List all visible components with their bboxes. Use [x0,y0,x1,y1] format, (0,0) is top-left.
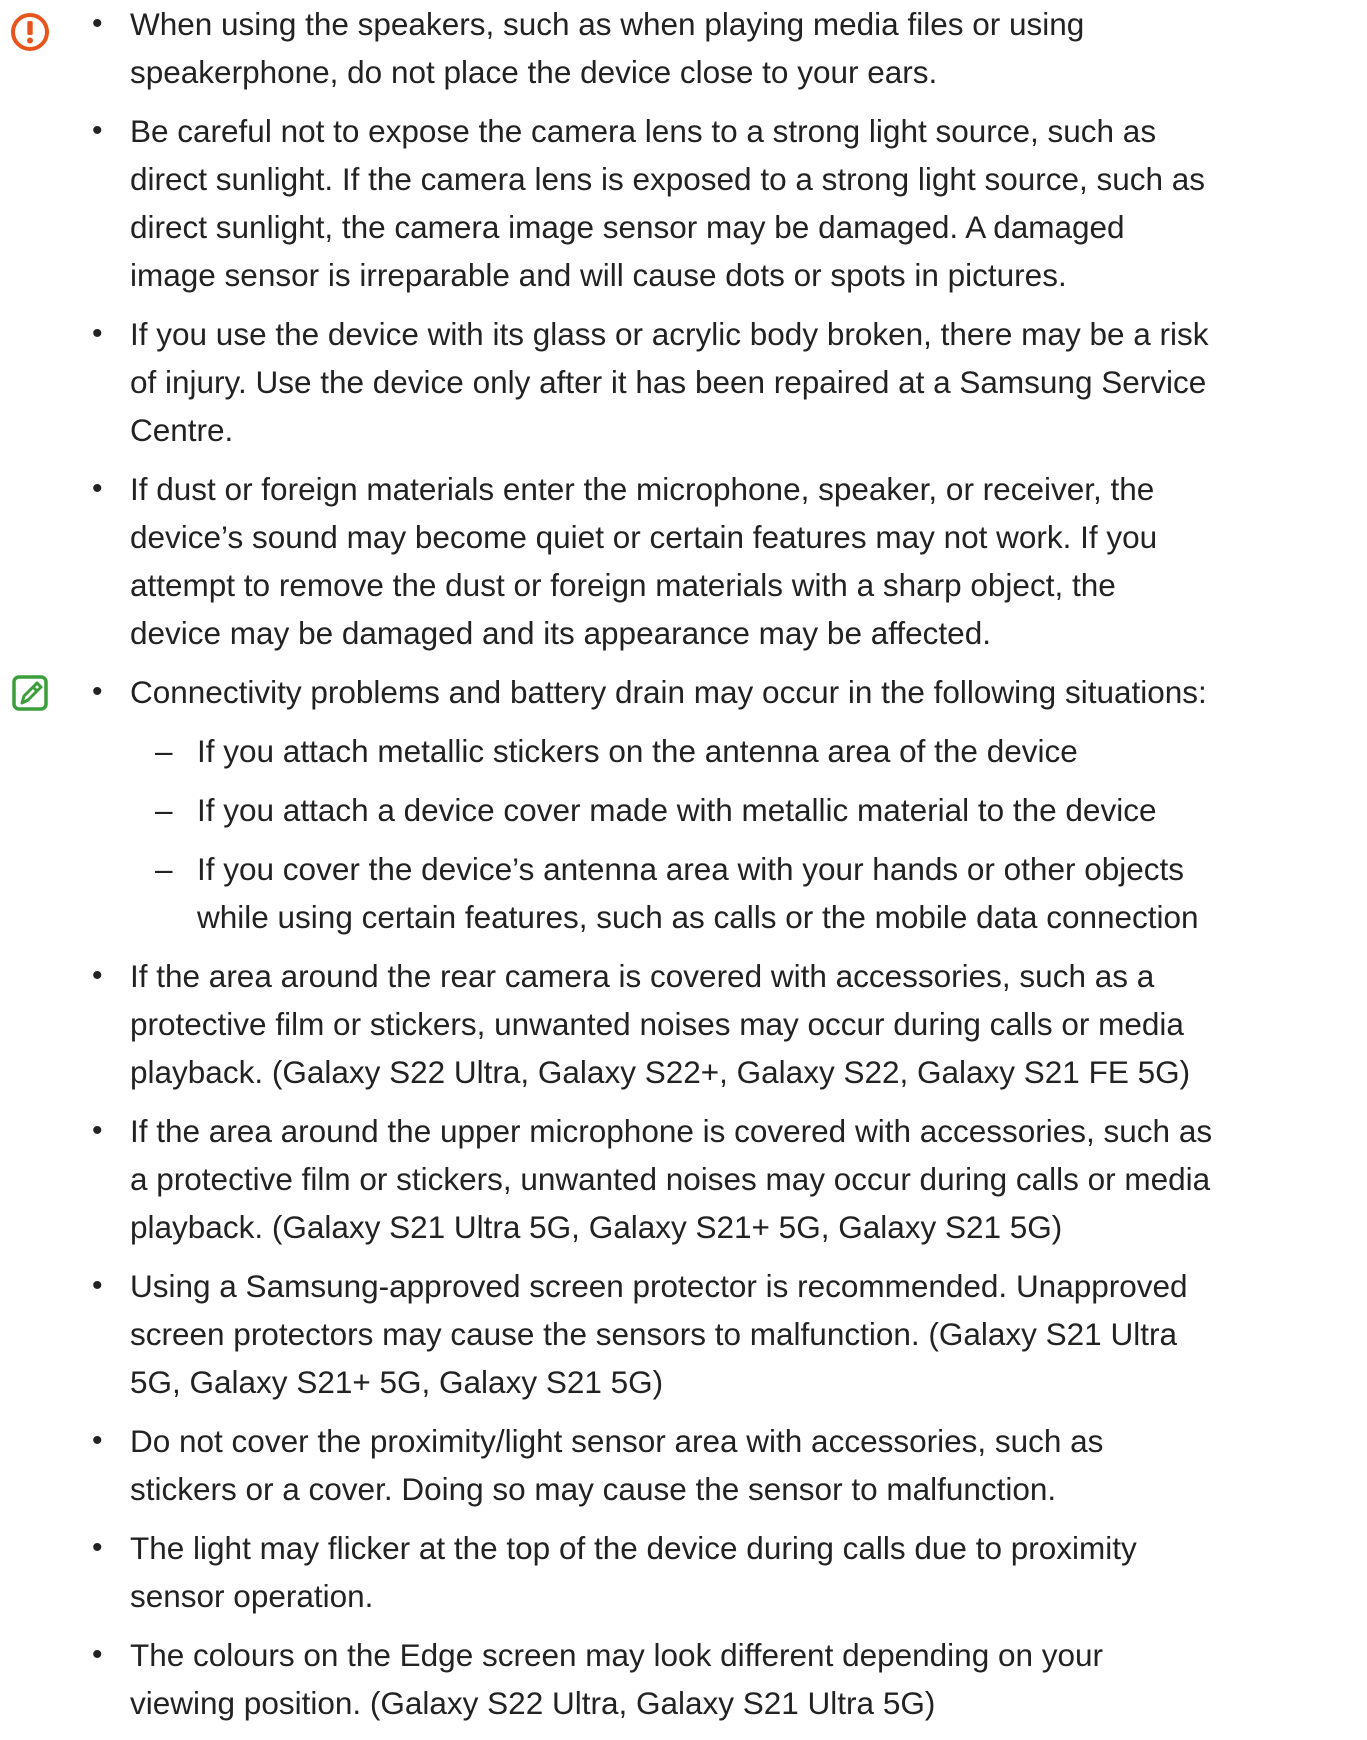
list-item: • If the area around the rear camera is … [0,952,1215,1096]
sub-list-item: – If you attach a device cover made with… [130,786,1215,834]
bullet-dot: • [92,114,103,147]
list-item-text: The colours on the Edge screen may look … [130,1637,1104,1721]
list-item-text: Connectivity problems and battery drain … [130,674,1207,710]
list-item: • If you use the device with its glass o… [0,310,1215,454]
list-item-text: The light may flicker at the top of the … [130,1530,1137,1614]
bullet-dot: • [92,675,103,708]
bullet-dot: • [92,1424,103,1457]
sub-list-item: – If you attach metallic stickers on the… [130,727,1215,775]
sub-list-item: – If you cover the device’s antenna area… [130,845,1215,941]
sub-list-item-text: If you attach a device cover made with m… [197,792,1157,828]
bullet-dot: • [92,1531,103,1564]
list-item: • If the area around the upper microphon… [0,1107,1215,1251]
list-item-text: If dust or foreign materials enter the m… [130,471,1158,651]
list-item: • When using the speakers, such as when … [0,0,1215,96]
list-item-text: When using the speakers, such as when pl… [130,6,1085,90]
sub-list-item-text: If you attach metallic stickers on the a… [197,733,1078,769]
list-item-text: Be careful not to expose the camera lens… [130,113,1206,293]
list-item-text: If the area around the upper microphone … [130,1113,1213,1245]
bullet-dot: • [92,317,103,350]
note-list: • Connectivity problems and battery drai… [0,668,1367,1727]
list-item: • Using a Samsung-approved screen protec… [0,1262,1215,1406]
dash-marker: – [155,792,173,828]
dash-marker: – [155,733,173,769]
bullet-dot: • [92,7,103,40]
list-item: • The light may flicker at the top of th… [0,1524,1215,1620]
bullet-dot: • [92,1114,103,1147]
dash-marker: – [155,851,173,887]
bullet-dot: • [92,959,103,992]
note-section: • Connectivity problems and battery drai… [0,668,1367,1727]
sub-list: – If you attach metallic stickers on the… [130,727,1215,941]
caution-section: • When using the speakers, such as when … [0,0,1367,657]
sub-list-item-text: If you cover the device’s antenna area w… [197,851,1199,935]
list-item-text: Do not cover the proximity/light sensor … [130,1423,1104,1507]
list-item-text: If the area around the rear camera is co… [130,958,1191,1090]
bullet-dot: • [92,1638,103,1671]
bullet-dot: • [92,1269,103,1302]
list-item: • If dust or foreign materials enter the… [0,465,1215,657]
list-item: • Connectivity problems and battery drai… [0,668,1215,941]
list-item-text: If you use the device with its glass or … [130,316,1209,448]
manual-page: • When using the speakers, such as when … [0,0,1367,1740]
list-item: • Do not cover the proximity/light senso… [0,1417,1215,1513]
bullet-dot: • [92,472,103,505]
list-item: • Be careful not to expose the camera le… [0,107,1215,299]
caution-list: • When using the speakers, such as when … [0,0,1367,657]
list-item: • The colours on the Edge screen may loo… [0,1631,1215,1727]
list-item-text: Using a Samsung-approved screen protecto… [130,1268,1188,1400]
